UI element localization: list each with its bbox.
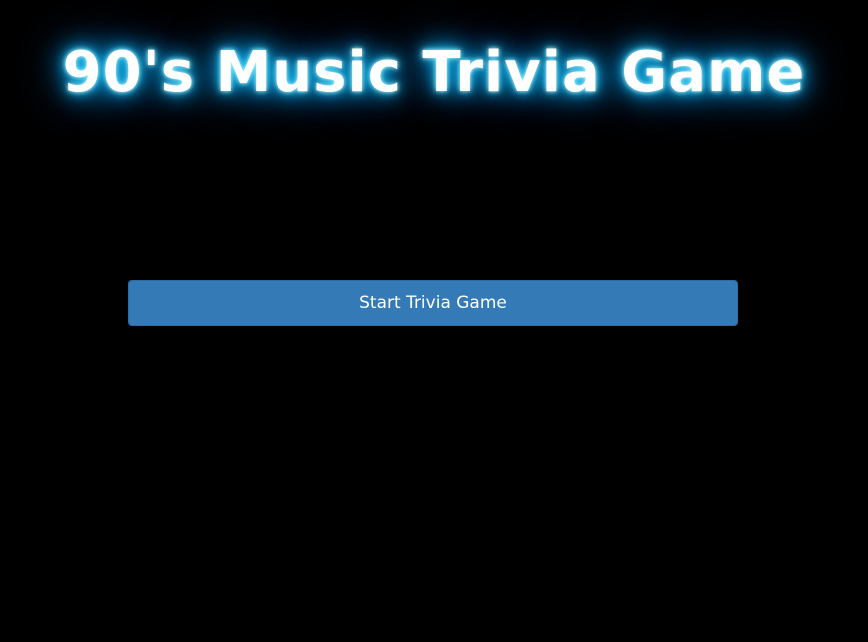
- start-trivia-button[interactable]: Start Trivia Game: [128, 280, 738, 326]
- page-title: 90's Music Trivia Game: [62, 40, 806, 105]
- title-banner: 90's Music Trivia Game: [0, 28, 868, 128]
